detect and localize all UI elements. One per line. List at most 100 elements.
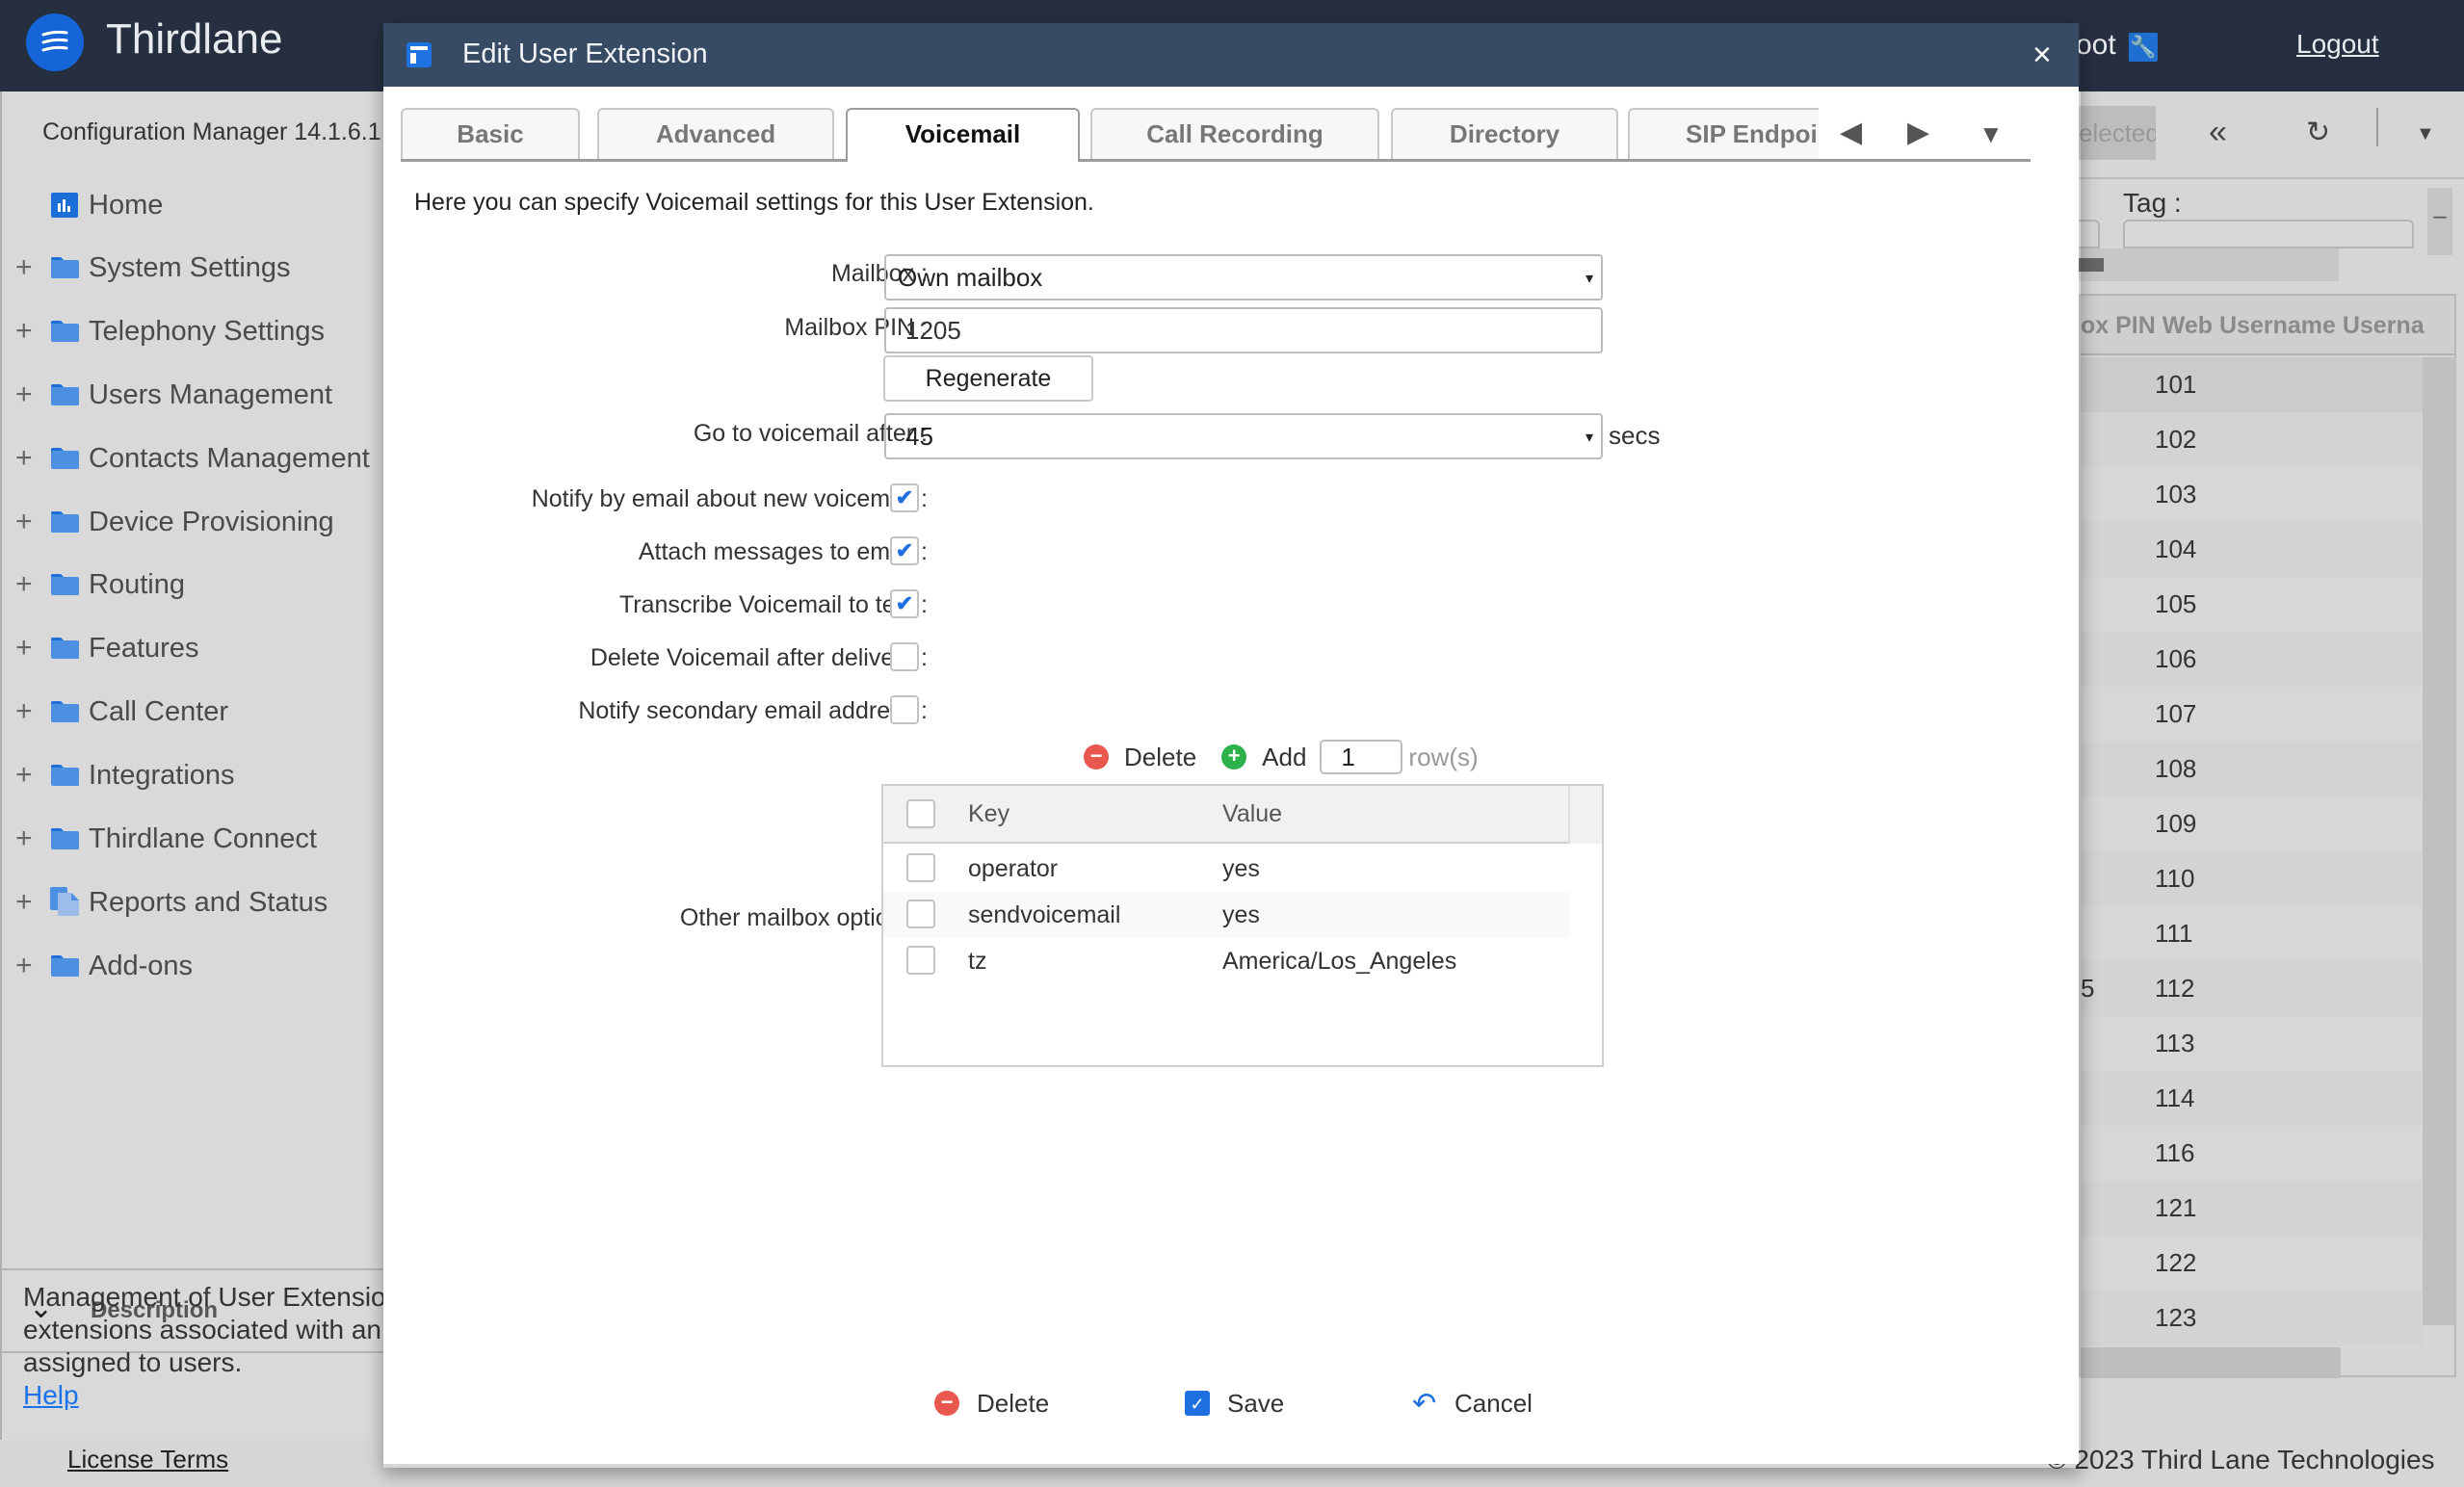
dialog-header[interactable]: Edit User Extension × (383, 23, 2079, 87)
refresh-icon[interactable]: ↻ (2306, 116, 2330, 149)
option-checkbox[interactable]: ✔ (890, 483, 919, 512)
logout-link[interactable]: Logout (2296, 29, 2379, 60)
collapse-double-left-icon[interactable]: « (2209, 114, 2227, 151)
option-checkbox[interactable]: ✔ (890, 536, 919, 565)
regenerate-button[interactable]: Regenerate (883, 355, 1093, 402)
tag-filter-label: Tag : (2123, 188, 2182, 218)
user-name[interactable]: oot (2076, 29, 2116, 62)
kv-key-cell[interactable]: sendvoicemail (968, 901, 1120, 929)
kv-value-cell[interactable]: yes (1222, 901, 1260, 929)
tag-filter-input[interactable] (2123, 220, 2414, 248)
table-row[interactable]: 114 (2081, 1071, 2423, 1126)
select-all-checkbox[interactable] (906, 799, 935, 828)
option-checkbox[interactable]: ✔ (890, 589, 919, 618)
sidebar-item-label: Call Center (89, 695, 229, 727)
table-row[interactable]: 107 (2081, 687, 2423, 742)
collapse-filter-button[interactable]: – (2427, 188, 2452, 255)
tab-scroll-left-icon[interactable]: ◀ (1840, 116, 1862, 149)
footer-save-button[interactable]: ✓ Save (1185, 1384, 1284, 1422)
grid-header[interactable]: ox PIN Web Username Userna (2081, 296, 2454, 355)
table-cell-extension: 109 (2155, 809, 2197, 838)
help-link[interactable]: Help (23, 1379, 389, 1412)
table-row[interactable]: 111 (2081, 906, 2423, 961)
tab-directory[interactable]: Directory (1391, 108, 1618, 159)
expand-plus-icon[interactable]: + (15, 442, 35, 475)
footer-cancel-label: Cancel (1455, 1388, 1533, 1418)
table-row[interactable]: 110 (2081, 851, 2423, 906)
dropdown-caret-icon[interactable]: ▼ (2416, 123, 2435, 145)
table-row[interactable]: 101 (2081, 357, 2423, 412)
kv-add-button[interactable]: Add (1262, 743, 1306, 772)
kv-row[interactable]: operator yes (883, 846, 1569, 892)
table-row[interactable]: 116 (2081, 1126, 2423, 1181)
table-row[interactable]: 108 (2081, 742, 2423, 796)
documents-icon (50, 887, 80, 918)
folder-icon (50, 700, 80, 723)
column-header-value[interactable]: Value (1222, 800, 1282, 828)
expand-plus-icon[interactable]: + (15, 950, 35, 982)
plus-circle-icon[interactable]: + (1221, 744, 1247, 770)
tab-basic[interactable]: Basic (401, 108, 580, 159)
kv-key-cell[interactable]: tz (968, 948, 986, 976)
kv-row[interactable]: sendvoicemail yes (883, 892, 1569, 938)
wrench-icon[interactable]: 🔧 (2129, 33, 2158, 62)
kv-delete-button[interactable]: Delete (1124, 743, 1196, 772)
expand-plus-icon[interactable]: + (15, 886, 35, 919)
tab-sip-endpoints[interactable]: SIP Endpoints (1628, 108, 1819, 159)
tab-call-recording[interactable]: Call Recording (1090, 108, 1379, 159)
kv-value-cell[interactable]: America/Los_Angeles (1222, 948, 1456, 976)
row-checkbox[interactable] (906, 853, 935, 882)
expand-plus-icon[interactable]: + (15, 315, 35, 348)
expand-plus-icon[interactable]: + (15, 759, 35, 792)
table-row[interactable]: 106 (2081, 632, 2423, 687)
kv-value-cell[interactable]: yes (1222, 855, 1260, 883)
expand-plus-icon[interactable]: + (15, 695, 35, 728)
minus-circle-icon[interactable]: − (1084, 744, 1109, 770)
footer-cancel-button[interactable]: ↶ Cancel (1412, 1384, 1533, 1422)
table-row[interactable]: 122 (2081, 1236, 2423, 1291)
tab-menu-dropdown-icon[interactable]: ▼ (1979, 119, 2004, 149)
table-row[interactable]: 121 (2081, 1181, 2423, 1236)
tab-voicemail[interactable]: Voicemail (846, 108, 1080, 162)
mailbox-select[interactable]: Own mailbox ▾ (884, 254, 1603, 300)
option-checkbox[interactable] (890, 642, 919, 671)
table-row[interactable]: 113 (2081, 1016, 2423, 1071)
table-row[interactable]: 103 (2081, 467, 2423, 522)
undo-icon: ↶ (1412, 1387, 1437, 1420)
expand-plus-icon[interactable]: + (15, 378, 35, 411)
table-row[interactable]: 123 (2081, 1291, 2423, 1345)
expand-plus-icon[interactable]: + (15, 506, 35, 538)
expand-plus-icon[interactable]: + (15, 251, 35, 284)
row-checkbox[interactable] (906, 946, 935, 975)
option-checkbox[interactable] (890, 695, 919, 724)
grid-vertical-scrollbar[interactable] (2423, 357, 2456, 1325)
extensions-grid: ox PIN Web Username Userna 101 102 103 104 1… (2079, 294, 2456, 1378)
row-checkbox[interactable] (906, 900, 935, 928)
goto-voicemail-select[interactable]: 45 ▾ (884, 413, 1603, 459)
folder-icon (50, 510, 80, 534)
expand-plus-icon[interactable]: + (15, 568, 35, 601)
footer-delete-button[interactable]: − Delete (934, 1384, 1049, 1422)
filter-input-edge[interactable] (2079, 220, 2100, 248)
mailbox-pin-input[interactable]: 1205 (884, 307, 1603, 353)
kv-row[interactable]: tz America/Los_Angeles (883, 938, 1569, 984)
tab-scroll-right-icon[interactable]: ▶ (1907, 116, 1929, 149)
grid-horizontal-scrollbar[interactable] (2081, 1347, 2341, 1378)
table-row[interactable]: 104 (2081, 522, 2423, 577)
license-terms-link[interactable]: License Terms (67, 1445, 228, 1474)
folder-icon (50, 827, 80, 850)
filter-horizontal-scrollbar[interactable] (2079, 248, 2339, 281)
close-icon[interactable]: × (2032, 37, 2052, 74)
scrollbar-thumb[interactable] (2079, 258, 2104, 272)
rows-count-input[interactable]: 1 (1320, 740, 1403, 774)
column-header-key[interactable]: Key (968, 800, 1009, 828)
table-row[interactable]: 105 (2081, 577, 2423, 632)
delete-selected-button[interactable]: elected (2079, 106, 2156, 160)
expand-plus-icon[interactable]: + (15, 822, 35, 855)
table-row[interactable]: 102 (2081, 412, 2423, 467)
table-row[interactable]: 5 112 (2081, 961, 2423, 1016)
tab-advanced[interactable]: Advanced (597, 108, 834, 159)
table-row[interactable]: 109 (2081, 796, 2423, 851)
expand-plus-icon[interactable]: + (15, 632, 35, 665)
kv-key-cell[interactable]: operator (968, 855, 1058, 883)
